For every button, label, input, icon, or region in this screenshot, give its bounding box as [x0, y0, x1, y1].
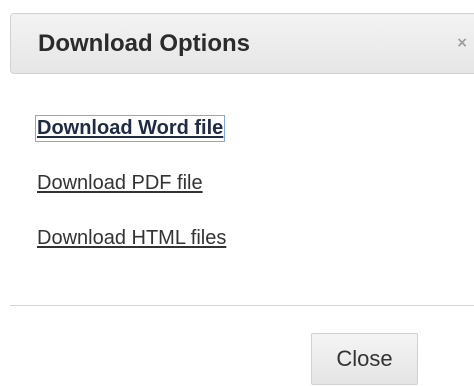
close-button[interactable]: Close	[311, 333, 418, 385]
close-icon[interactable]: ×	[456, 36, 468, 50]
download-pdf-link[interactable]: Download PDF file	[37, 172, 203, 195]
download-options-dialog: Download Options × Download Word file Do…	[0, 0, 474, 386]
footer-divider	[10, 305, 474, 306]
download-html-link[interactable]: Download HTML files	[37, 227, 226, 250]
dialog-titlebar: Download Options ×	[10, 13, 474, 74]
dialog-title: Download Options	[38, 30, 250, 57]
download-word-link[interactable]: Download Word file	[34, 115, 226, 142]
